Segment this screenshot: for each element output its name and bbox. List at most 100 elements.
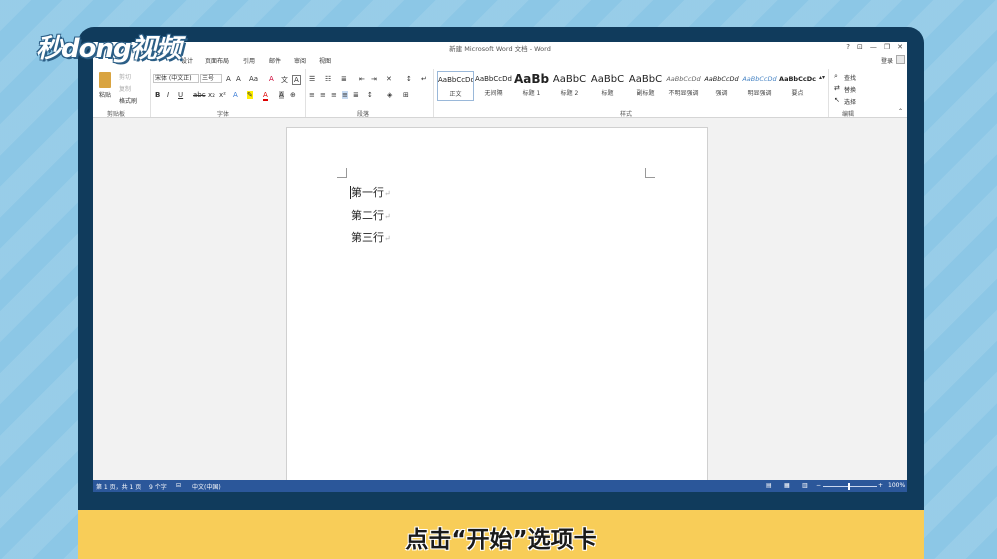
user-avatar-icon[interactable]	[896, 55, 905, 64]
char-border-icon[interactable]: A	[292, 75, 301, 85]
increase-indent-icon[interactable]: ⇥	[371, 75, 377, 83]
login-link[interactable]: 登录	[881, 56, 893, 65]
margin-mark-top-right	[645, 168, 655, 178]
collapse-ribbon-icon[interactable]: ⌃	[898, 108, 903, 115]
zoom-slider-knob[interactable]	[848, 483, 850, 490]
align-center-icon[interactable]: ≡	[320, 91, 326, 99]
style-strong[interactable]: AaBbCcDc 要点	[779, 71, 816, 101]
bold-icon[interactable]: B	[155, 91, 160, 99]
style-normal[interactable]: AaBbCcDd 正文	[437, 71, 474, 101]
subscript-icon[interactable]: x₂	[208, 91, 215, 99]
paragraph-mark-icon: ↵	[384, 212, 391, 221]
window-title: 新建 Microsoft Word 文档 - Word	[449, 45, 551, 53]
copy-button[interactable]: 复制	[119, 84, 131, 93]
cut-button[interactable]: 剪切	[119, 72, 131, 81]
style-subtle-emphasis[interactable]: AaBbCcDd 不明显强调	[665, 71, 702, 101]
styles-scroll-icon[interactable]: ▴▾	[819, 74, 825, 81]
distributed-icon[interactable]: ≣	[353, 91, 359, 99]
style-no-spacing[interactable]: AaBbCcDd 无间隔	[475, 71, 512, 101]
margin-mark-top-left	[337, 168, 347, 178]
replace-icon[interactable]: ⇄	[834, 84, 840, 92]
restore-button[interactable]: ❐	[884, 43, 890, 51]
tab-review[interactable]: 审阅	[294, 56, 306, 65]
select-button[interactable]: 选择	[844, 97, 856, 106]
logo-text: 秒dong视频	[36, 34, 182, 64]
enclose-char-icon[interactable]: ⊕	[290, 91, 296, 99]
find-button[interactable]: 查找	[844, 73, 856, 82]
web-layout-icon[interactable]: ▥	[802, 482, 808, 489]
superscript-icon[interactable]: x²	[219, 91, 226, 99]
format-painter-button[interactable]: 格式刷	[119, 96, 137, 105]
read-mode-icon[interactable]: ▤	[766, 482, 772, 489]
text-effects-icon[interactable]: A	[233, 91, 238, 99]
multilevel-list-icon[interactable]: ≣	[341, 75, 347, 83]
highlight-icon[interactable]: ✎	[247, 91, 253, 99]
language-indicator[interactable]: 中文(中国)	[192, 482, 221, 491]
ribbon: 粘贴 剪切 复制 格式刷 剪贴板 宋体 (中文正) 三号 A A Aa A 文 …	[93, 66, 907, 118]
close-button[interactable]: ✕	[897, 43, 903, 51]
char-shading-icon[interactable]: A	[279, 91, 284, 99]
help-button[interactable]: ?	[846, 43, 850, 51]
zoom-in-icon[interactable]: +	[878, 482, 883, 489]
word-count[interactable]: 9 个字	[149, 482, 167, 491]
clear-format-icon[interactable]: A	[269, 75, 274, 83]
font-size-select[interactable]: 三号	[200, 74, 222, 83]
document-page[interactable]: 第一行↵ 第二行↵ 第三行↵	[286, 127, 708, 487]
replace-button[interactable]: 替换	[844, 85, 856, 94]
style-title[interactable]: AaBbC 标题	[589, 71, 626, 101]
style-intense-emphasis[interactable]: AaBbCcDd 明显强调	[741, 71, 778, 101]
tab-references[interactable]: 引用	[243, 56, 255, 65]
document-line[interactable]: 第一行↵	[351, 184, 391, 200]
document-line[interactable]: 第三行↵	[351, 229, 391, 245]
style-subtitle[interactable]: AaBbC 副标题	[627, 71, 664, 101]
style-emphasis[interactable]: AaBbCcDd 强调	[703, 71, 740, 101]
change-case-icon[interactable]: Aa	[249, 75, 258, 83]
styles-group-label: 样式	[620, 111, 633, 118]
tab-view[interactable]: 视图	[319, 56, 331, 65]
zoom-out-icon[interactable]: −	[816, 482, 821, 489]
proofing-icon[interactable]: ⊟	[176, 482, 181, 489]
borders-icon[interactable]: ⊞	[403, 91, 409, 99]
asian-layout-icon[interactable]: ✕	[386, 75, 392, 83]
show-marks-icon[interactable]: ↵	[421, 75, 427, 83]
word-window: 新建 Microsoft Word 文档 - Word ? ⊡ — ❐ ✕ 设计…	[93, 42, 907, 492]
font-name-select[interactable]: 宋体 (中文正)	[153, 74, 199, 83]
minimize-button[interactable]: —	[870, 43, 877, 51]
page-count[interactable]: 第 1 页，共 1 页	[96, 482, 141, 491]
select-icon[interactable]: ↖	[834, 96, 840, 104]
numbering-icon[interactable]: ☷	[325, 75, 331, 83]
phonetic-guide-icon[interactable]: 文	[281, 75, 288, 85]
grow-font-icon[interactable]: A	[226, 75, 231, 83]
line-spacing-icon[interactable]: ↕	[367, 91, 373, 99]
font-color-icon[interactable]: A	[263, 91, 268, 101]
caption-text: 点击“开始”选项卡	[405, 527, 597, 553]
tab-design[interactable]: 设计	[181, 56, 193, 65]
align-right-icon[interactable]: ≡	[331, 91, 337, 99]
style-heading-1[interactable]: AaBb 标题 1	[513, 71, 550, 101]
strikethrough-icon[interactable]: abc	[193, 91, 206, 99]
style-heading-2[interactable]: AaBbC 标题 2	[551, 71, 588, 101]
underline-icon[interactable]: U	[178, 91, 183, 99]
zoom-slider[interactable]	[823, 486, 877, 487]
paste-button[interactable]: 粘贴	[99, 90, 111, 99]
tab-layout[interactable]: 页面布局	[205, 56, 229, 65]
watermark-logo: 秒dong视频	[36, 28, 182, 65]
group-divider	[150, 69, 151, 117]
ribbon-display-button[interactable]: ⊡	[857, 43, 863, 51]
sort-icon[interactable]: ↕	[406, 75, 412, 83]
group-divider	[305, 69, 306, 117]
print-layout-icon[interactable]: ▦	[784, 482, 790, 489]
find-icon[interactable]: ⌕	[834, 72, 838, 81]
justify-icon[interactable]: ≡	[342, 91, 348, 99]
shading-icon[interactable]: ◈	[387, 91, 392, 99]
paste-icon[interactable]	[99, 72, 111, 88]
tab-mailings[interactable]: 邮件	[269, 56, 281, 65]
document-line[interactable]: 第二行↵	[351, 207, 391, 223]
decrease-indent-icon[interactable]: ⇤	[359, 75, 365, 83]
italic-icon[interactable]: I	[167, 91, 169, 99]
paragraph-mark-icon: ↵	[384, 189, 391, 198]
zoom-level[interactable]: 100%	[888, 482, 905, 489]
shrink-font-icon[interactable]: A	[236, 75, 241, 83]
bullets-icon[interactable]: ☰	[309, 75, 315, 83]
align-left-icon[interactable]: ≡	[309, 91, 315, 99]
